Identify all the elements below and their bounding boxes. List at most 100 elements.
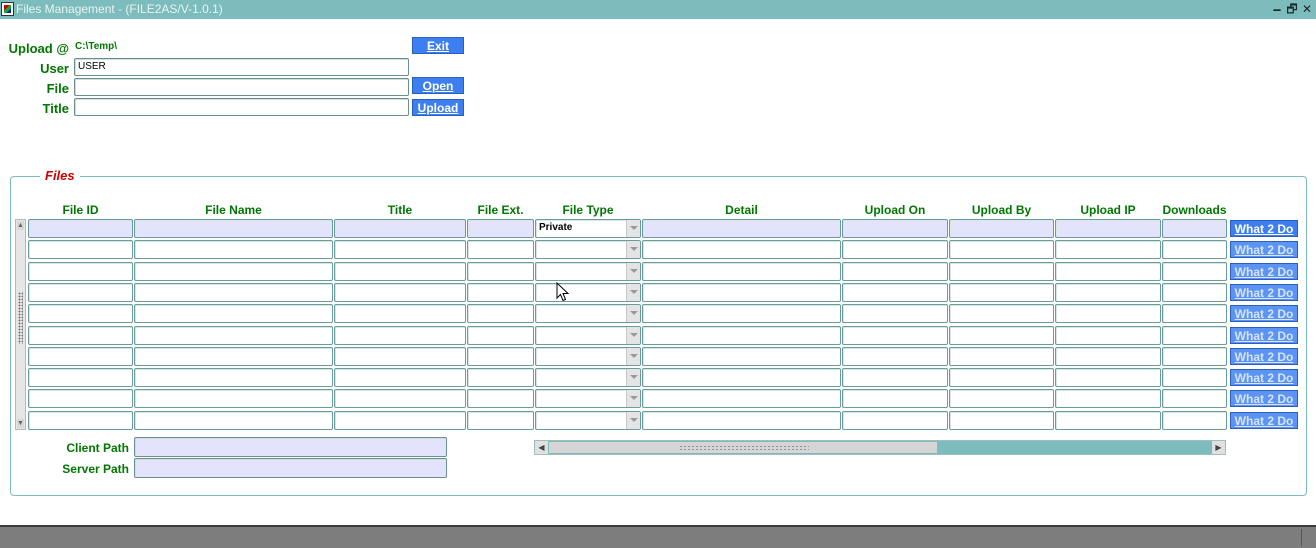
client-path-field[interactable] bbox=[134, 437, 447, 457]
cell-upload-ip[interactable] bbox=[1055, 262, 1161, 281]
cell-file-type[interactable] bbox=[535, 389, 641, 408]
server-path-field[interactable] bbox=[134, 458, 447, 478]
cell-detail[interactable] bbox=[642, 304, 841, 323]
cell-file-type[interactable] bbox=[535, 326, 641, 345]
scroll-left-icon[interactable]: ◀ bbox=[535, 441, 548, 454]
cell-downloads[interactable] bbox=[1162, 240, 1227, 259]
cell-file-name[interactable] bbox=[134, 368, 333, 387]
cell-file-type[interactable] bbox=[535, 347, 641, 366]
cell-title[interactable] bbox=[334, 368, 466, 387]
cell-file-type[interactable]: Private bbox=[535, 219, 641, 238]
cell-upload-ip[interactable] bbox=[1055, 219, 1161, 238]
what-2-do-button[interactable]: What 2 Do bbox=[1230, 412, 1298, 429]
cell-file-name[interactable] bbox=[134, 304, 333, 323]
cell-title[interactable] bbox=[334, 347, 466, 366]
cell-upload-ip[interactable] bbox=[1055, 368, 1161, 387]
what-2-do-button[interactable]: What 2 Do bbox=[1230, 305, 1298, 322]
cell-downloads[interactable] bbox=[1162, 368, 1227, 387]
cell-downloads[interactable] bbox=[1162, 389, 1227, 408]
what-2-do-button[interactable]: What 2 Do bbox=[1230, 369, 1298, 386]
what-2-do-button[interactable]: What 2 Do bbox=[1230, 284, 1298, 301]
scroll-grip[interactable] bbox=[18, 292, 23, 344]
cell-detail[interactable] bbox=[642, 389, 841, 408]
cell-file-name[interactable] bbox=[134, 347, 333, 366]
exit-button[interactable]: Exit bbox=[412, 37, 464, 54]
cell-upload-by[interactable] bbox=[949, 347, 1054, 366]
cell-upload-ip[interactable] bbox=[1055, 411, 1161, 430]
scroll-down-icon[interactable]: ▼ bbox=[17, 419, 24, 428]
chevron-down-icon[interactable] bbox=[626, 412, 640, 429]
cell-file-ext[interactable] bbox=[467, 304, 534, 323]
cell-detail[interactable] bbox=[642, 326, 841, 345]
cell-upload-ip[interactable] bbox=[1055, 347, 1161, 366]
cell-title[interactable] bbox=[334, 326, 466, 345]
cell-file-id[interactable] bbox=[28, 283, 133, 302]
chevron-down-icon[interactable] bbox=[626, 390, 640, 407]
upload-button[interactable]: Upload bbox=[412, 99, 464, 116]
horizontal-scrollbar[interactable]: ◀ ▶ bbox=[534, 440, 1226, 455]
cell-file-ext[interactable] bbox=[467, 389, 534, 408]
cell-file-type[interactable] bbox=[535, 240, 641, 259]
cell-file-type[interactable] bbox=[535, 283, 641, 302]
cell-upload-on[interactable] bbox=[842, 368, 948, 387]
cell-file-id[interactable] bbox=[28, 262, 133, 281]
cell-upload-ip[interactable] bbox=[1055, 326, 1161, 345]
horizontal-scroll-thumb[interactable] bbox=[549, 442, 937, 453]
title-field[interactable] bbox=[74, 98, 409, 116]
cell-downloads[interactable] bbox=[1162, 326, 1227, 345]
chevron-down-icon[interactable] bbox=[626, 241, 640, 258]
what-2-do-button[interactable]: What 2 Do bbox=[1230, 220, 1298, 237]
cell-file-type[interactable] bbox=[535, 368, 641, 387]
cell-downloads[interactable] bbox=[1162, 411, 1227, 430]
cell-downloads[interactable] bbox=[1162, 262, 1227, 281]
cell-detail[interactable] bbox=[642, 219, 841, 238]
what-2-do-button[interactable]: What 2 Do bbox=[1230, 263, 1298, 280]
cell-file-ext[interactable] bbox=[467, 368, 534, 387]
cell-file-ext[interactable] bbox=[467, 283, 534, 302]
cell-file-type[interactable] bbox=[535, 304, 641, 323]
cell-upload-by[interactable] bbox=[949, 283, 1054, 302]
cell-title[interactable] bbox=[334, 411, 466, 430]
cell-file-ext[interactable] bbox=[467, 326, 534, 345]
cell-file-id[interactable] bbox=[28, 304, 133, 323]
vertical-scrollbar[interactable]: ▲ ▼ bbox=[15, 219, 26, 430]
cell-upload-by[interactable] bbox=[949, 240, 1054, 259]
chevron-down-icon[interactable] bbox=[626, 369, 640, 386]
what-2-do-button[interactable]: What 2 Do bbox=[1230, 390, 1298, 407]
cell-file-id[interactable] bbox=[28, 240, 133, 259]
chevron-down-icon[interactable] bbox=[626, 348, 640, 365]
cell-file-name[interactable] bbox=[134, 411, 333, 430]
cell-detail[interactable] bbox=[642, 262, 841, 281]
cell-file-name[interactable] bbox=[134, 389, 333, 408]
cell-file-ext[interactable] bbox=[467, 262, 534, 281]
restore-icon[interactable]: 🗗 bbox=[1285, 1, 1299, 17]
cell-upload-by[interactable] bbox=[949, 304, 1054, 323]
cell-upload-on[interactable] bbox=[842, 283, 948, 302]
cell-upload-ip[interactable] bbox=[1055, 304, 1161, 323]
cell-upload-on[interactable] bbox=[842, 326, 948, 345]
cell-downloads[interactable] bbox=[1162, 219, 1227, 238]
chevron-down-icon[interactable] bbox=[626, 263, 640, 280]
chevron-down-icon[interactable] bbox=[626, 220, 640, 237]
cell-title[interactable] bbox=[334, 283, 466, 302]
cell-upload-by[interactable] bbox=[949, 326, 1054, 345]
cell-file-ext[interactable] bbox=[467, 240, 534, 259]
cell-downloads[interactable] bbox=[1162, 283, 1227, 302]
cell-file-type[interactable] bbox=[535, 262, 641, 281]
cell-upload-ip[interactable] bbox=[1055, 389, 1161, 408]
what-2-do-button[interactable]: What 2 Do bbox=[1230, 241, 1298, 258]
cell-downloads[interactable] bbox=[1162, 347, 1227, 366]
cell-file-name[interactable] bbox=[134, 283, 333, 302]
cell-upload-by[interactable] bbox=[949, 389, 1054, 408]
what-2-do-button[interactable]: What 2 Do bbox=[1230, 348, 1298, 365]
cell-detail[interactable] bbox=[642, 240, 841, 259]
cell-title[interactable] bbox=[334, 304, 466, 323]
cell-detail[interactable] bbox=[642, 411, 841, 430]
cell-downloads[interactable] bbox=[1162, 304, 1227, 323]
close-icon[interactable]: ✕ bbox=[1300, 1, 1314, 17]
cell-file-name[interactable] bbox=[134, 219, 333, 238]
cell-upload-on[interactable] bbox=[842, 262, 948, 281]
cell-upload-by[interactable] bbox=[949, 368, 1054, 387]
cell-title[interactable] bbox=[334, 240, 466, 259]
cell-title[interactable] bbox=[334, 389, 466, 408]
